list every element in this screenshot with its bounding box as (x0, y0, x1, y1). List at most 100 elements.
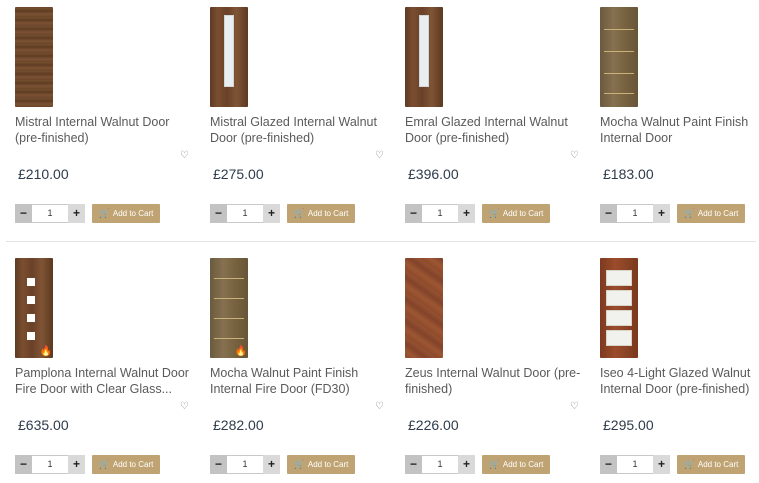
product-price: £396.00 (408, 166, 459, 182)
cart-icon: 🛒 (488, 459, 500, 469)
inlay-line (214, 318, 244, 319)
add-to-cart-button[interactable]: 🛒 Add to Cart (482, 455, 550, 474)
wishlist-heart-icon[interactable]: ♡ (570, 402, 579, 412)
qty-input[interactable]: 1 (32, 455, 68, 474)
inlay-line (214, 278, 244, 279)
fire-icon: 🔥 (234, 346, 247, 357)
glass-square (27, 278, 35, 286)
product-price: £282.00 (213, 417, 264, 433)
wishlist-heart-icon[interactable]: ♡ (375, 402, 384, 412)
product-image[interactable] (405, 7, 443, 107)
qty-decrease-button[interactable]: − (405, 455, 422, 474)
inlay-line (214, 298, 244, 299)
add-to-cart-button[interactable]: 🛒 Add to Cart (677, 455, 745, 474)
product-price: £226.00 (408, 417, 459, 433)
product-title[interactable]: Pamplona Internal Walnut Door Fire Door … (15, 365, 195, 397)
qty-increase-button[interactable]: + (68, 455, 85, 474)
product-card: Mistral Glazed Internal Walnut Door (pre… (210, 0, 390, 240)
cart-icon: 🛒 (488, 208, 500, 218)
quantity-stepper: − 1 + (405, 204, 475, 223)
inlay-line (604, 93, 634, 94)
product-card: Emral Glazed Internal Walnut Door (pre-f… (405, 0, 585, 240)
add-to-cart-button[interactable]: 🛒 Add to Cart (482, 204, 550, 223)
add-to-cart-label: Add to Cart (112, 460, 154, 469)
product-row: Mistral Internal Walnut Door (pre-finish… (0, 0, 759, 240)
qty-input[interactable]: 1 (617, 204, 653, 223)
product-title[interactable]: Mistral Glazed Internal Walnut Door (pre… (210, 114, 390, 146)
cart-icon: 🛒 (98, 459, 110, 469)
qty-decrease-button[interactable]: − (210, 455, 227, 474)
quantity-stepper: − 1 + (600, 204, 670, 223)
qty-decrease-button[interactable]: − (600, 204, 617, 223)
product-card: Mistral Internal Walnut Door (pre-finish… (15, 0, 195, 240)
add-to-cart-label: Add to Cart (697, 460, 739, 469)
qty-input[interactable]: 1 (32, 204, 68, 223)
product-image[interactable] (600, 258, 638, 358)
qty-input[interactable]: 1 (617, 455, 653, 474)
inlay-line (604, 29, 634, 30)
qty-decrease-button[interactable]: − (15, 455, 32, 474)
qty-increase-button[interactable]: + (458, 204, 475, 223)
product-image[interactable] (15, 7, 53, 107)
glass-pane (606, 290, 632, 306)
qty-increase-button[interactable]: + (263, 204, 280, 223)
product-image[interactable] (600, 7, 638, 107)
product-card: Iseo 4-Light Glazed Walnut Internal Door… (600, 251, 759, 483)
wishlist-heart-icon[interactable]: ♡ (375, 151, 384, 161)
qty-decrease-button[interactable]: − (600, 455, 617, 474)
wishlist-heart-icon[interactable]: ♡ (570, 151, 579, 161)
inlay-line (214, 338, 244, 339)
add-to-cart-button[interactable]: 🛒 Add to Cart (677, 204, 745, 223)
qty-input[interactable]: 1 (227, 204, 263, 223)
product-title[interactable]: Mocha Walnut Paint Finish Internal Fire … (210, 365, 390, 397)
qty-increase-button[interactable]: + (653, 204, 670, 223)
glass-panel (419, 15, 429, 87)
qty-increase-button[interactable]: + (458, 455, 475, 474)
product-image[interactable] (210, 7, 248, 107)
product-image[interactable]: 🔥 (210, 258, 248, 358)
product-image[interactable]: 🔥 (15, 258, 53, 358)
add-to-cart-label: Add to Cart (697, 209, 739, 218)
qty-input[interactable]: 1 (422, 455, 458, 474)
add-to-cart-label: Add to Cart (307, 209, 349, 218)
add-to-cart-button[interactable]: 🛒 Add to Cart (92, 204, 160, 223)
cart-icon: 🛒 (293, 208, 305, 218)
qty-input[interactable]: 1 (227, 455, 263, 474)
qty-decrease-button[interactable]: − (405, 204, 422, 223)
qty-decrease-button[interactable]: − (15, 204, 32, 223)
add-to-cart-button[interactable]: 🛒 Add to Cart (287, 455, 355, 474)
product-price: £635.00 (18, 417, 69, 433)
cart-icon: 🛒 (683, 208, 695, 218)
product-price: £295.00 (603, 417, 654, 433)
add-to-cart-button[interactable]: 🛒 Add to Cart (287, 204, 355, 223)
wishlist-heart-icon[interactable]: ♡ (180, 402, 189, 412)
qty-increase-button[interactable]: + (653, 455, 670, 474)
product-card: Mocha Walnut Paint Finish Internal Door … (600, 0, 759, 240)
wishlist-heart-icon[interactable]: ♡ (180, 151, 189, 161)
product-price: £183.00 (603, 166, 654, 182)
add-to-cart-button[interactable]: 🛒 Add to Cart (92, 455, 160, 474)
glass-panel (224, 15, 234, 87)
qty-increase-button[interactable]: + (263, 455, 280, 474)
add-to-cart-label: Add to Cart (112, 209, 154, 218)
add-to-cart-label: Add to Cart (502, 460, 544, 469)
product-title[interactable]: Iseo 4-Light Glazed Walnut Internal Door… (600, 365, 759, 397)
quantity-stepper: − 1 + (15, 455, 85, 474)
add-to-cart-label: Add to Cart (502, 209, 544, 218)
quantity-stepper: − 1 + (15, 204, 85, 223)
qty-increase-button[interactable]: + (68, 204, 85, 223)
product-title[interactable]: Emral Glazed Internal Walnut Door (pre-f… (405, 114, 585, 146)
quantity-stepper: − 1 + (210, 455, 280, 474)
cart-icon: 🛒 (683, 459, 695, 469)
quantity-stepper: − 1 + (600, 455, 670, 474)
product-image[interactable] (405, 258, 443, 358)
product-title[interactable]: Zeus Internal Walnut Door (pre-finished) (405, 365, 585, 397)
glass-pane (606, 330, 632, 346)
inlay-line (604, 51, 634, 52)
quantity-stepper: − 1 + (405, 455, 475, 474)
qty-input[interactable]: 1 (422, 204, 458, 223)
product-title[interactable]: Mistral Internal Walnut Door (pre-finish… (15, 114, 195, 146)
glass-square (27, 296, 35, 304)
product-title[interactable]: Mocha Walnut Paint Finish Internal Door (600, 114, 759, 146)
qty-decrease-button[interactable]: − (210, 204, 227, 223)
